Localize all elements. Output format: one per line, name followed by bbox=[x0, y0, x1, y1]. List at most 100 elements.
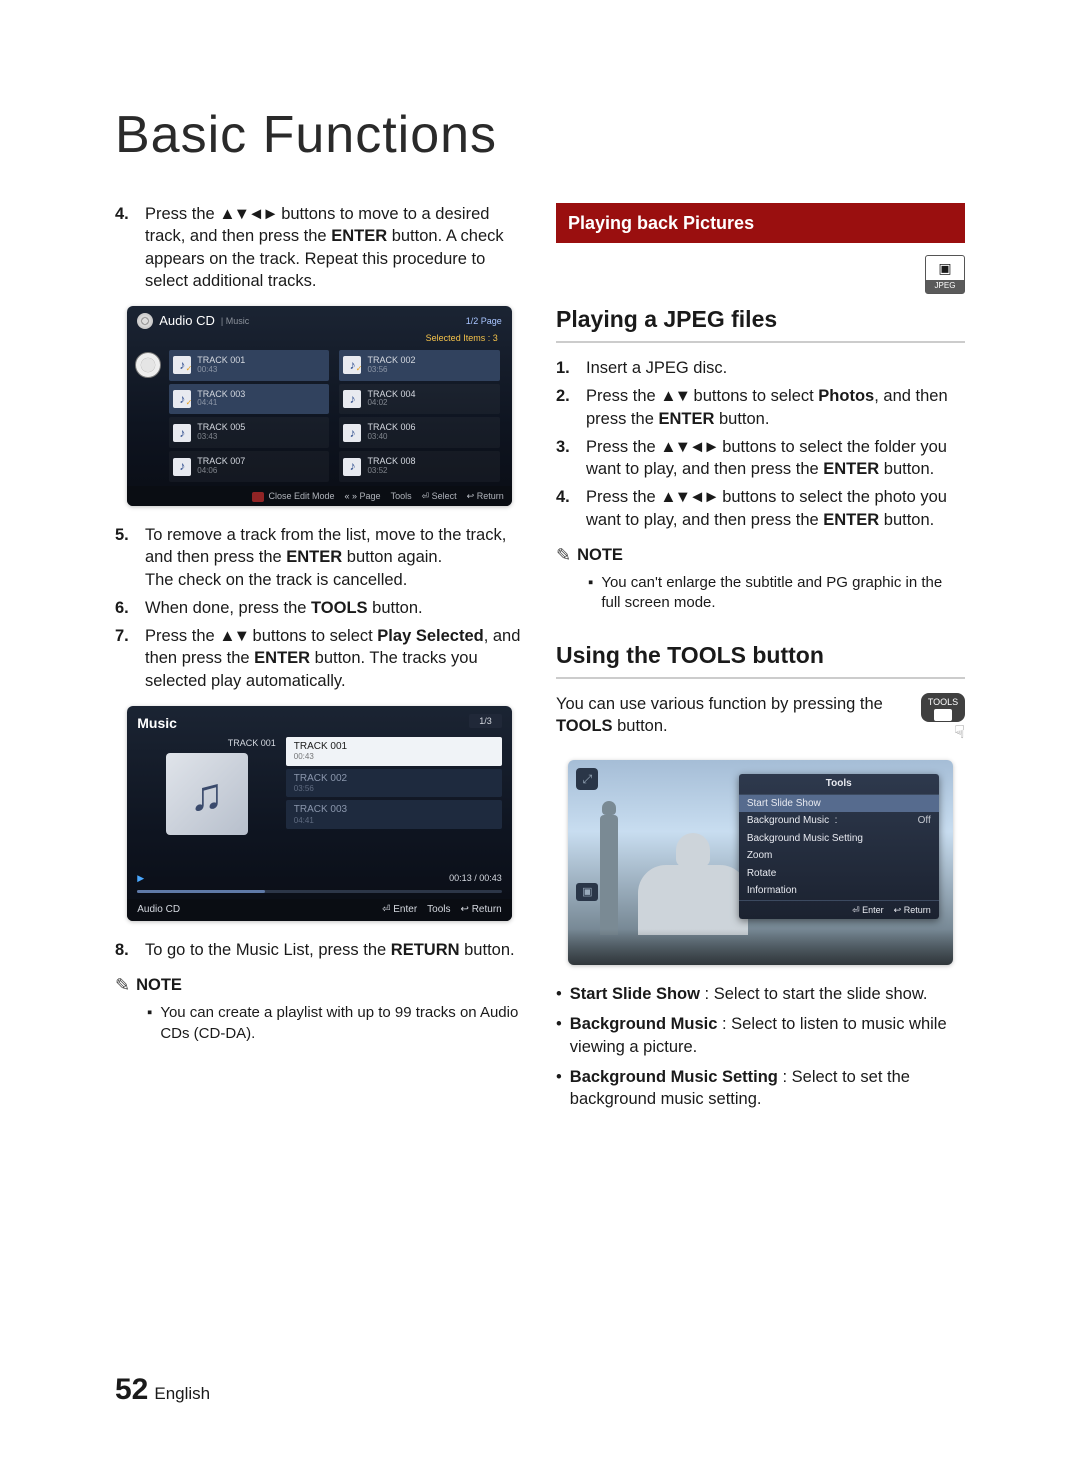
track-cell: ♪TRACK 00404:02 bbox=[339, 384, 499, 415]
step-number: 3. bbox=[556, 436, 586, 481]
page-hint: « » Page bbox=[345, 490, 381, 502]
tools-menu-screenshot: ⤢ ▣ Tools Start Slide ShowBackground Mus… bbox=[568, 760, 952, 965]
track-name: TRACK 001 bbox=[294, 741, 494, 753]
tools-hint: Tools bbox=[391, 490, 412, 502]
bullet-icon: ▪ bbox=[147, 1003, 152, 1044]
step-number: 4. bbox=[556, 486, 586, 531]
page: Basic Functions 4. Press the ▲▼◄► button… bbox=[0, 0, 1080, 1119]
step-text: Press the ▲▼◄► buttons to select the fol… bbox=[586, 436, 965, 481]
bullet-text: Background Music : Select to listen to m… bbox=[570, 1013, 965, 1058]
t: button. bbox=[460, 941, 515, 959]
t: buttons to select bbox=[689, 387, 818, 405]
item-value: Off bbox=[918, 814, 931, 828]
tools-button-icon: TOOLS ☟ bbox=[921, 693, 965, 744]
bullet-bg-music: •Background Music : Select to listen to … bbox=[556, 1013, 965, 1058]
music-note-icon: ♪ bbox=[343, 424, 361, 442]
page-footer: 52English bbox=[115, 1373, 210, 1407]
ss2-header: Music 1/3 bbox=[127, 706, 511, 737]
bullet-icon: • bbox=[556, 1066, 562, 1111]
step-5: 5. To remove a track from the list, move… bbox=[115, 524, 524, 591]
r-step-1: 1.Insert a JPEG disc. bbox=[556, 357, 965, 379]
building-shape bbox=[600, 815, 618, 935]
right-column: Playing back Pictures ▣ JPEG Playing a J… bbox=[556, 203, 965, 1119]
item-label: Zoom bbox=[747, 849, 773, 863]
enter-label: ENTER bbox=[823, 511, 879, 529]
track-info: TRACK 00704:06 bbox=[197, 457, 245, 476]
note-label: NOTE bbox=[136, 974, 182, 996]
enter-hint: ⏎ Enter bbox=[852, 904, 884, 916]
track-info: TRACK 00803:52 bbox=[367, 457, 415, 476]
ss2-footer: Audio CD ⏎ Enter Tools ↩ Return bbox=[127, 899, 511, 921]
t: Return bbox=[477, 491, 504, 501]
music-note-icon: ♪ bbox=[173, 390, 191, 408]
tools-menu-item: Rotate bbox=[739, 865, 939, 883]
jpeg-icon: ▣ JPEG bbox=[925, 255, 965, 294]
jpeg-icon-wrap: ▣ JPEG bbox=[556, 255, 965, 294]
track-time: 03:52 bbox=[367, 467, 415, 476]
r-step-3: 3.Press the ▲▼◄► buttons to select the f… bbox=[556, 436, 965, 481]
ss1-page: 1/2 Page bbox=[466, 315, 502, 327]
enter-label: ENTER bbox=[658, 410, 714, 428]
enter-label: ENTER bbox=[331, 227, 387, 245]
music-note-icon: ♪ bbox=[173, 424, 191, 442]
tools-intro-text: You can use various function by pressing… bbox=[556, 693, 911, 738]
track-time: 03:43 bbox=[197, 433, 245, 442]
t: button. bbox=[613, 717, 668, 735]
return-hint: ↩ Return bbox=[894, 904, 931, 916]
play-time: 00:13 / 00:43 bbox=[449, 872, 502, 884]
enter-label: ENTER bbox=[823, 460, 879, 478]
left-column: 4. Press the ▲▼◄► buttons to move to a d… bbox=[115, 203, 524, 1119]
ss2-left: TRACK 001 ♫ bbox=[137, 737, 275, 862]
track-name: TRACK 002 bbox=[294, 773, 494, 785]
step-text: Press the ▲▼ buttons to select Photos, a… bbox=[586, 385, 965, 430]
t: Press the bbox=[145, 205, 219, 223]
play-icon: ▶ bbox=[137, 872, 144, 884]
t: Press the bbox=[586, 387, 660, 405]
track-time: 04:06 bbox=[197, 467, 245, 476]
step-number: 5. bbox=[115, 524, 145, 591]
note-icon: ✎ bbox=[115, 973, 130, 997]
track-time: 04:02 bbox=[367, 399, 415, 408]
t: Page bbox=[360, 491, 381, 501]
note-item: ▪You can't enlarge the subtitle and PG g… bbox=[588, 573, 965, 614]
progress-fill bbox=[137, 890, 265, 893]
disc-icon bbox=[135, 352, 161, 378]
t: button. bbox=[879, 460, 934, 478]
t: Press the bbox=[586, 488, 660, 506]
t: Close Edit Mode bbox=[268, 491, 334, 501]
columns: 4. Press the ▲▼◄► buttons to move to a d… bbox=[115, 203, 965, 1119]
track-cell: ♪ TRACK 00503:43 bbox=[169, 417, 329, 448]
tools-menu-item: Background Music :Off bbox=[739, 812, 939, 830]
track-cell: ♪TRACK 00100:43 bbox=[169, 350, 329, 381]
note-label: NOTE bbox=[577, 544, 623, 566]
tools-label: TOOLS bbox=[556, 717, 613, 735]
note-item: ▪You can create a playlist with up to 99… bbox=[147, 1003, 524, 1044]
page-number: 52 bbox=[115, 1373, 148, 1406]
track-time: 03:40 bbox=[367, 433, 415, 442]
jpeg-label: JPEG bbox=[926, 280, 964, 293]
tools-menu-item: Start Slide Show bbox=[739, 795, 939, 813]
step-number: 8. bbox=[115, 939, 145, 961]
music-note-icon: ♪ bbox=[173, 458, 191, 476]
step-number: 1. bbox=[556, 357, 586, 379]
hand-icon: ☟ bbox=[921, 720, 965, 744]
track-info: TRACK 00503:43 bbox=[197, 423, 245, 442]
t: TOOLS bbox=[928, 697, 958, 707]
t: Enter bbox=[862, 905, 884, 915]
dpad-arrows-icon: ▲▼◄► bbox=[660, 488, 717, 506]
step-text: To remove a track from the list, move to… bbox=[145, 524, 524, 591]
item-label: Background Music Setting bbox=[747, 832, 863, 846]
bullet-bg-music-setting: •Background Music Setting : Select to se… bbox=[556, 1066, 965, 1111]
tools-panel: Tools Start Slide ShowBackground Music :… bbox=[739, 774, 939, 919]
t: : Select to start the slide show. bbox=[700, 985, 927, 1003]
ss1-body: ♪TRACK 00100:43♪TRACK 00203:56♪TRACK 003… bbox=[127, 348, 511, 486]
t: When done, press the bbox=[145, 599, 311, 617]
bullet-text: Background Music Setting : Select to set… bbox=[570, 1066, 965, 1111]
tools-panel-foot: ⏎ Enter ↩ Return bbox=[739, 900, 939, 919]
ss1-subtitle: | Music bbox=[221, 315, 249, 327]
return-hint: ↩ Return bbox=[467, 490, 504, 502]
note-icon: ✎ bbox=[556, 543, 571, 567]
bullet-text: Start Slide Show : Select to start the s… bbox=[570, 983, 928, 1005]
ss2-progress: ▶ 00:13 / 00:43 bbox=[127, 868, 511, 888]
step-text: Press the ▲▼ buttons to select Play Sele… bbox=[145, 625, 524, 692]
